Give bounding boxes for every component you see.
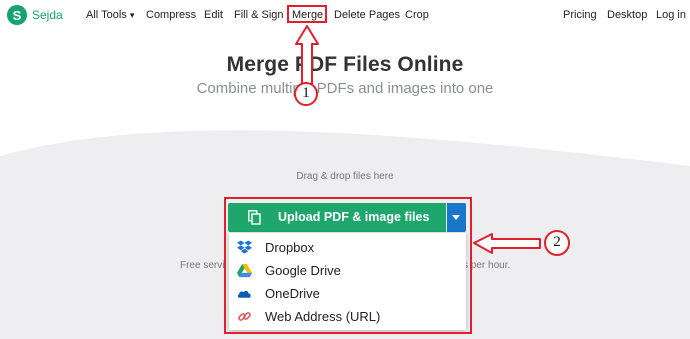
page-title: Merge PDF Files Online [226, 53, 464, 76]
chevron-down-icon: ▾ [129, 10, 135, 20]
nav-edit[interactable]: Edit [204, 9, 223, 21]
nav-delete-pages[interactable]: Delete Pages [334, 9, 400, 21]
free-service-text: Free servi [180, 260, 225, 271]
step-number-1: 1 [302, 85, 310, 101]
nav-compress[interactable]: Compress [146, 9, 196, 21]
drag-drop-hint: Drag & drop files here [296, 171, 394, 182]
merge-highlight-box [287, 5, 327, 23]
page-subtitle: Combine multiple PDFs and images into on… [196, 80, 494, 97]
nav-all-tools-label: All Tools [86, 9, 127, 21]
sejda-logo[interactable]: S Sejda [7, 5, 63, 25]
sejda-logo-text: Sejda [32, 8, 63, 22]
nav-crop[interactable]: Crop [405, 9, 429, 21]
step-number-2: 2 [553, 234, 561, 250]
sejda-logo-icon: S [7, 5, 27, 25]
nav-all-tools[interactable]: All Tools ▾ [86, 9, 134, 21]
top-nav: S Sejda All Tools ▾ Compress Edit Fill &… [0, 0, 690, 30]
upload-highlight-box [224, 197, 472, 334]
nav-desktop[interactable]: Desktop [607, 9, 647, 21]
nav-pricing[interactable]: Pricing [563, 9, 597, 21]
nav-login[interactable]: Log in [656, 9, 686, 21]
nav-fill-sign[interactable]: Fill & Sign [234, 9, 284, 21]
